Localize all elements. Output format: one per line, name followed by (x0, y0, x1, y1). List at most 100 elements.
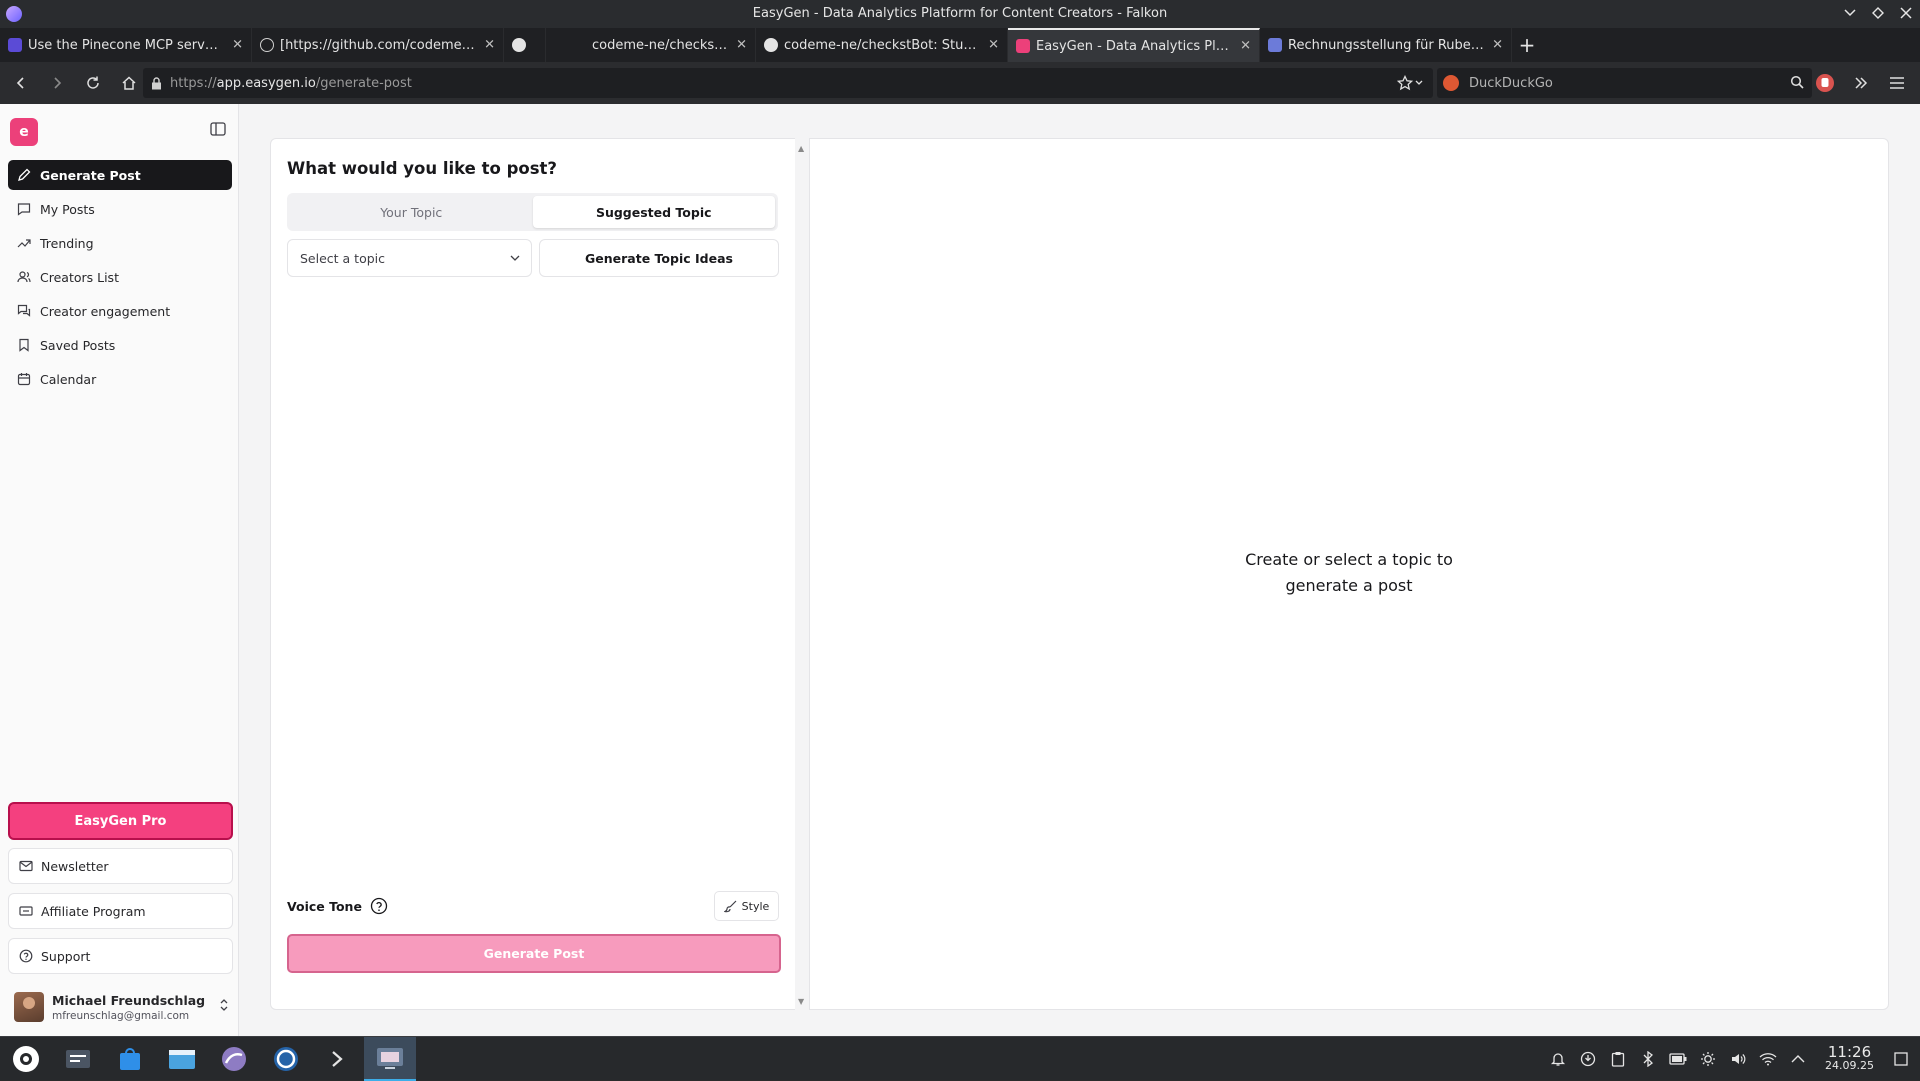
composer-heading: What would you like to post? (287, 159, 558, 178)
search-bar[interactable]: DuckDuckGo (1437, 68, 1812, 98)
sidebar-item-creators-list[interactable]: Creators List (8, 262, 232, 292)
easygen-logo[interactable]: e (10, 118, 38, 146)
generate-topic-ideas-button[interactable]: Generate Topic Ideas (539, 239, 779, 277)
bookmark-star-icon[interactable] (1397, 75, 1425, 91)
chevron-down-icon (509, 252, 521, 264)
sidebar-menu: Generate Post My Posts Trending Creators… (8, 160, 232, 398)
terminal-icon[interactable] (312, 1037, 364, 1081)
close-tab-icon[interactable]: ✕ (736, 38, 747, 53)
affiliate-program-button[interactable]: Affiliate Program (8, 893, 233, 929)
sidebar: e Generate Post My Posts Trending Creato… (0, 104, 239, 1036)
tab-label: Use the Pinecone MCP server -... (28, 37, 225, 53)
battery-icon[interactable] (1669, 1050, 1687, 1068)
clock-date: 24.09.25 (1825, 1059, 1874, 1072)
active-window-icon[interactable] (364, 1037, 416, 1081)
sidebar-item-label: Calendar (40, 371, 97, 387)
sidebar-item-generate-post[interactable]: Generate Post (8, 160, 232, 190)
hamburger-menu-icon[interactable] (1884, 68, 1910, 98)
close-tab-icon[interactable]: ✕ (1240, 39, 1251, 54)
maximize-icon[interactable] (1870, 4, 1886, 22)
close-tab-icon[interactable]: ✕ (988, 38, 999, 53)
chevron-up-icon[interactable] (1789, 1050, 1807, 1068)
update-icon[interactable] (1579, 1050, 1597, 1068)
minimize-icon[interactable] (1842, 4, 1858, 22)
help-circle-icon[interactable] (370, 897, 388, 915)
close-tab-icon[interactable]: ✕ (484, 38, 495, 53)
scroll-up-icon[interactable]: ▲ (798, 144, 804, 153)
close-window-icon[interactable] (1898, 4, 1914, 22)
vpn-client-icon[interactable] (260, 1037, 312, 1081)
system-clock[interactable]: 11:26 24.09.25 (1825, 1045, 1874, 1073)
tab-label: [https://github.com/codeme-n... (280, 37, 477, 53)
mail-icon (19, 860, 33, 872)
app-launcher-icon[interactable] (0, 1037, 52, 1081)
style-button-label: Style (741, 899, 770, 913)
software-store-icon[interactable] (104, 1037, 156, 1081)
sidebar-item-saved-posts[interactable]: Saved Posts (8, 330, 232, 360)
scroll-down-icon[interactable]: ▼ (798, 997, 804, 1006)
avatar (14, 992, 44, 1022)
wifi-icon[interactable] (1759, 1050, 1777, 1068)
search-icon[interactable] (1790, 75, 1804, 89)
brightness-icon[interactable] (1699, 1050, 1717, 1068)
window-title: EasyGen - Data Analytics Platform for Co… (752, 6, 1168, 21)
browser-tab[interactable]: Rechnungsstellung für Ruben ... ✕ (1260, 28, 1512, 62)
github-icon (512, 38, 526, 52)
forward-icon[interactable] (42, 68, 72, 98)
calendar-icon (16, 371, 32, 387)
adblock-icon[interactable] (1812, 68, 1838, 98)
url-path: /generate-post (315, 75, 412, 91)
extensions-chevron-icon[interactable] (1848, 68, 1874, 98)
new-tab-button[interactable]: + (1512, 28, 1542, 62)
tab-your-topic[interactable]: Your Topic (290, 196, 533, 228)
close-tab-icon[interactable]: ✕ (1492, 38, 1503, 53)
browser-tab[interactable]: codeme-ne/checkstBot: Study ... ✕ (756, 28, 1008, 62)
address-bar[interactable]: https://app.easygen.io/generate-post (143, 68, 1433, 98)
browser-tab[interactable]: codeme-ne/checkstBot ✕ (546, 28, 756, 62)
browser-tab[interactable]: [https://github.com/codeme-n... ✕ (252, 28, 504, 62)
falkon-browser-icon[interactable] (208, 1037, 260, 1081)
newsletter-button[interactable]: Newsletter (8, 848, 233, 884)
file-manager-icon[interactable] (156, 1037, 208, 1081)
clock-time: 11:26 (1827, 1043, 1872, 1061)
browser-tab[interactable]: Use the Pinecone MCP server -... ✕ (0, 28, 252, 62)
easygen-icon (1016, 39, 1030, 53)
sidebar-item-calendar[interactable]: Calendar (8, 364, 232, 394)
sidebar-item-label: Trending (40, 235, 94, 251)
topic-select[interactable]: Select a topic (287, 239, 532, 277)
show-desktop-icon[interactable] (1892, 1050, 1910, 1068)
ticket-icon (19, 905, 33, 917)
support-button[interactable]: Support (8, 938, 233, 974)
chevron-updown-icon[interactable] (219, 998, 229, 1012)
sidebar-toggle-icon[interactable] (210, 122, 226, 136)
lock-icon (151, 76, 162, 90)
back-icon[interactable] (6, 68, 36, 98)
style-button[interactable]: Style (714, 891, 779, 921)
close-tab-icon[interactable]: ✕ (232, 38, 243, 53)
notification-bell-icon[interactable] (1549, 1050, 1567, 1068)
search-placeholder: DuckDuckGo (1469, 75, 1553, 91)
tab-label: codeme-ne/checkstBot (592, 37, 729, 53)
sidebar-item-creator-engagement[interactable]: Creator engagement (8, 296, 232, 326)
voice-tone-label-group: Voice Tone (287, 897, 388, 915)
window-overview-icon[interactable] (52, 1037, 104, 1081)
bluetooth-icon[interactable] (1639, 1050, 1657, 1068)
reload-icon[interactable] (78, 68, 108, 98)
sidebar-item-label: My Posts (40, 201, 95, 217)
sidebar-item-trending[interactable]: Trending (8, 228, 232, 258)
os-taskbar: 11:26 24.09.25 (0, 1036, 1920, 1081)
easygen-pro-button[interactable]: EasyGen Pro (8, 802, 233, 840)
tab-suggested-topic[interactable]: Suggested Topic (532, 196, 775, 228)
composer-scrollbar[interactable]: ▲ ▼ (795, 138, 809, 1010)
volume-icon[interactable] (1729, 1050, 1747, 1068)
generate-post-button[interactable]: Generate Post (287, 934, 781, 973)
trending-icon (16, 235, 32, 251)
window-titlebar: EasyGen - Data Analytics Platform for Co… (0, 0, 1920, 28)
clipboard-icon[interactable] (1609, 1050, 1627, 1068)
sidebar-item-my-posts[interactable]: My Posts (8, 194, 232, 224)
browser-tab-active[interactable]: EasyGen - Data Analytics Platf... ✕ (1008, 28, 1260, 62)
browser-tab-pinned[interactable] (504, 28, 546, 62)
home-icon[interactable] (114, 68, 144, 98)
browser-navbar: https://app.easygen.io/generate-post Duc… (0, 62, 1920, 104)
user-account-menu[interactable]: Michael Freundschlag mfreunschlag@gmail.… (14, 988, 229, 1026)
